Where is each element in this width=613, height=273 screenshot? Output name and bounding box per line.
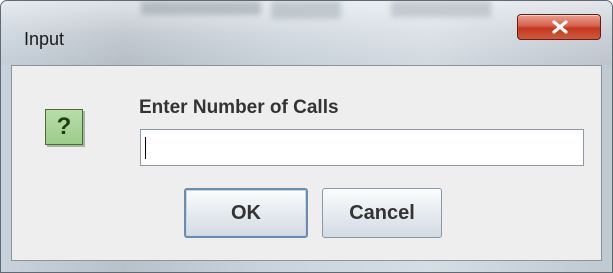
- input-dialog-window: Input ? Enter Number of Calls OK Cancel: [0, 0, 613, 273]
- background-blur: [271, 1, 341, 19]
- close-icon: [552, 20, 568, 34]
- cancel-button[interactable]: Cancel: [322, 188, 442, 238]
- prompt-label: Enter Number of Calls: [139, 97, 339, 118]
- dialog-content: ? Enter Number of Calls OK Cancel: [11, 65, 602, 261]
- question-icon: ?: [45, 109, 83, 145]
- title-bar[interactable]: Input: [1, 1, 612, 65]
- background-blur: [141, 1, 261, 15]
- ok-button[interactable]: OK: [184, 188, 308, 238]
- close-button[interactable]: [517, 14, 601, 40]
- text-caret: [145, 137, 146, 159]
- number-of-calls-input[interactable]: [140, 129, 584, 166]
- background-blur: [391, 1, 491, 17]
- window-title: Input: [24, 29, 65, 49]
